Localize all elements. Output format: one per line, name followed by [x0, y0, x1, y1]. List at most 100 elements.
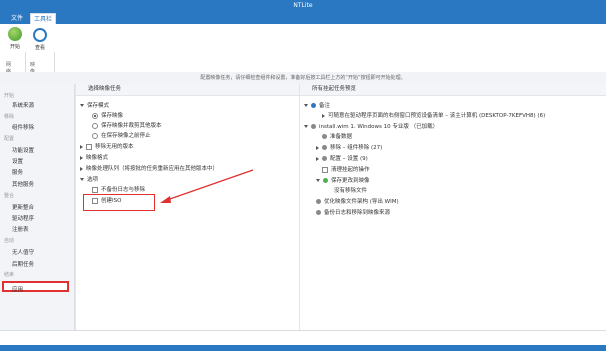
- settings-label: 配置 – 设置 (9): [330, 156, 368, 162]
- task-icon: [316, 210, 321, 215]
- sidebar-item-drivers[interactable]: 驱动程序: [12, 214, 34, 222]
- ribbon-tabs: 文件 工具栏: [0, 13, 606, 24]
- sidebar-head-configure: 配置: [4, 136, 15, 142]
- collapse-arrow-icon[interactable]: [316, 145, 319, 150]
- expand-arrow-icon[interactable]: [80, 104, 84, 107]
- refresh-label: 查看: [34, 45, 45, 51]
- sidebar-item-updates[interactable]: 更新整合: [12, 203, 34, 211]
- image-format-group[interactable]: 映像格式: [80, 153, 108, 161]
- save-mode-label: 保存模式: [87, 103, 110, 109]
- save-trim-label: 保存映像并裁剪其他版本: [101, 123, 162, 129]
- image-format-label: 映像格式: [86, 155, 109, 161]
- notes-detail-label: 可随意在驱动程序页面的右侧窗口预览设备清单 – 该主计算机 (DESKTOP-7…: [328, 113, 546, 119]
- save-image-option[interactable]: 保存映像: [92, 111, 123, 119]
- save-image-label: 保存映像: [101, 113, 124, 119]
- checkbox-icon[interactable]: [86, 143, 92, 150]
- sidebar-item-apply[interactable]: 应用: [2, 281, 69, 293]
- task-panel-header: 选择映像任务: [76, 84, 299, 96]
- save-mode-group[interactable]: 保存模式: [80, 101, 109, 109]
- task-icon: [322, 166, 328, 173]
- no-backup-option[interactable]: 不备份日志与移除: [92, 185, 145, 193]
- start-label: 开始: [9, 44, 20, 50]
- task-icon: [322, 145, 327, 150]
- refresh-icon: [33, 28, 47, 42]
- sidebar-item-features[interactable]: 功能设置: [12, 146, 34, 154]
- collapse-arrow-icon[interactable]: [80, 166, 83, 171]
- sidebar-head-remove: 移除: [4, 114, 15, 120]
- window-title: NTLite: [293, 2, 313, 9]
- components-item[interactable]: 移除 – 组件移除 (27): [316, 143, 382, 151]
- tab-file[interactable]: 文件: [6, 13, 28, 24]
- refresh-button[interactable]: 查看: [29, 26, 51, 56]
- task-icon: [322, 134, 327, 139]
- save-changes-item[interactable]: 保存更改到映像: [316, 176, 370, 184]
- sidebar-item-post-tasks[interactable]: 后期任务: [12, 260, 34, 268]
- save-icon: [323, 178, 328, 183]
- notes-detail: 可随意在驱动程序页面的右侧窗口预览设备清单 – 该主计算机 (DESKTOP-7…: [322, 111, 545, 119]
- backup-item[interactable]: 备份日志和移除到映像来源: [316, 208, 390, 216]
- components-label: 移除 – 组件移除 (27): [330, 145, 383, 151]
- sidebar: 开始 系统来源 移除 组件移除 配置 功能设置 设置 服务 其他服务 整合 更新…: [0, 84, 75, 330]
- optimize-item[interactable]: 优化映像文件架构 (导出 WIM): [316, 197, 399, 205]
- highlight-box: [83, 194, 155, 211]
- sidebar-item-apply-label: 应用: [12, 287, 24, 293]
- sidebar-head-start: 开始: [4, 93, 15, 99]
- collapse-arrow-icon[interactable]: [80, 155, 83, 160]
- start-button[interactable]: 开始: [4, 26, 26, 56]
- task-icon: [316, 199, 321, 204]
- info-icon: [311, 103, 316, 108]
- sidebar-head-finish: 结束: [4, 272, 15, 278]
- backup-label: 备份日志和移除到映像来源: [324, 210, 391, 216]
- sidebar-head-integrate: 整合: [4, 193, 15, 199]
- no-removed-item: 没有移除文件: [334, 186, 367, 194]
- cleanup-item[interactable]: 清理挂起的操作: [322, 165, 370, 173]
- title-bar: NTLite: [0, 0, 606, 13]
- cleanup-label: 清理挂起的操作: [331, 167, 370, 173]
- save-changes-label: 保存更改到映像: [331, 178, 370, 184]
- sidebar-item-services[interactable]: 服务: [12, 168, 23, 176]
- tab-toolbar[interactable]: 工具栏: [30, 13, 56, 24]
- arrow-annotation: [160, 169, 254, 203]
- start-icon: [8, 27, 22, 41]
- install-wim-label: install.wim 1. Windows 10 专业版 （已加载）: [319, 124, 439, 130]
- expand-arrow-icon[interactable]: [316, 179, 320, 182]
- prep-data-label: 准备数据: [330, 134, 353, 140]
- expand-arrow-icon[interactable]: [80, 178, 84, 181]
- radio-icon[interactable]: [92, 132, 98, 139]
- radio-icon[interactable]: [92, 122, 98, 129]
- remove-unused-option[interactable]: 移除无用的版本: [80, 142, 134, 150]
- no-removed-label: 没有移除文件: [334, 188, 368, 194]
- sidebar-item-registry[interactable]: 注册表: [12, 225, 29, 233]
- save-stop-label: 在保存映像之前停止: [101, 133, 151, 139]
- bullet-icon: [322, 113, 325, 118]
- sidebar-item-other-services[interactable]: 其他服务: [12, 180, 34, 188]
- save-trim-option[interactable]: 保存映像并裁剪其他版本: [92, 121, 162, 129]
- save-stop-option[interactable]: 在保存映像之前停止: [92, 131, 151, 139]
- sidebar-item-source[interactable]: 系统来源: [12, 101, 34, 109]
- collapse-arrow-icon[interactable]: [80, 144, 83, 149]
- sidebar-item-unattended[interactable]: 无人值守: [12, 248, 34, 256]
- task-icon: [322, 156, 327, 161]
- settings-item[interactable]: 配置 – 设置 (9): [316, 154, 368, 162]
- collapse-arrow-icon[interactable]: [316, 156, 319, 161]
- sidebar-item-settings[interactable]: 设置: [12, 157, 23, 165]
- ribbon: 开始 查看: [0, 24, 606, 92]
- sidebar-item-components[interactable]: 组件移除: [12, 123, 34, 131]
- expand-arrow-icon[interactable]: [304, 125, 308, 128]
- options-label: 选项: [87, 177, 99, 183]
- remove-unused-label: 移除无用的版本: [95, 144, 134, 150]
- checkbox-icon[interactable]: [92, 186, 98, 193]
- sidebar-head-auto: 自动: [4, 238, 15, 244]
- notes-label: 备注: [319, 103, 331, 109]
- expand-arrow-icon[interactable]: [304, 104, 308, 107]
- no-backup-label: 不备份日志与移除: [101, 187, 146, 193]
- notes-group[interactable]: 备注: [304, 101, 330, 109]
- preview-panel: 所有挂起任务预览 备注 可随意在驱动程序页面的右侧窗口预览设备清单 – 该主计算…: [299, 84, 606, 330]
- radio-selected-icon[interactable]: [92, 112, 98, 119]
- prep-data-item[interactable]: 准备数据: [322, 132, 352, 140]
- bottom-accent-strip: [0, 345, 606, 351]
- optimize-label: 优化映像文件架构 (导出 WIM): [324, 199, 399, 205]
- options-group[interactable]: 选项: [80, 175, 98, 183]
- preview-panel-header: 所有挂起任务预览: [300, 84, 606, 96]
- install-wim-group[interactable]: install.wim 1. Windows 10 专业版 （已加载）: [304, 122, 438, 130]
